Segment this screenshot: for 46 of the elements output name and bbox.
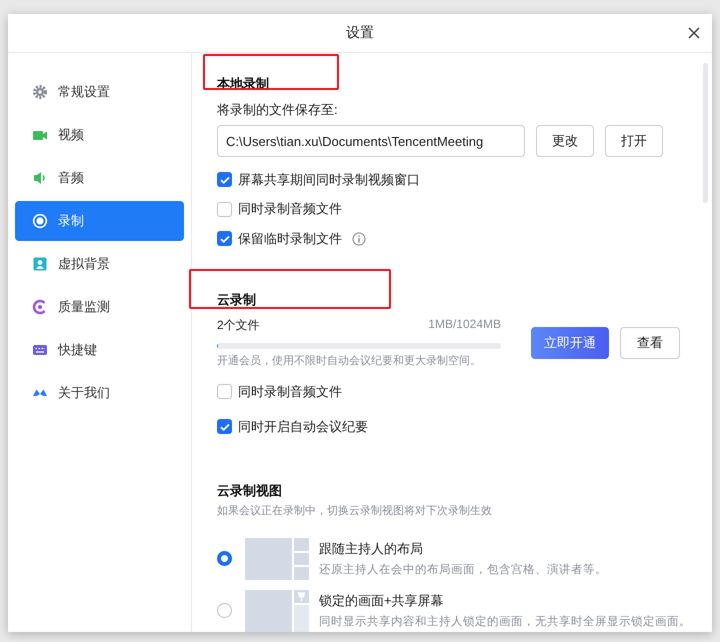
radio-button[interactable] <box>217 551 232 566</box>
hint-text: 开通会员，使用不限时自动会议纪要和更大录制空间。 <box>217 354 482 368</box>
file-count: 2个文件 <box>217 317 260 334</box>
option-title: 跟随主持人的布局 <box>319 540 424 558</box>
checkbox[interactable] <box>217 419 232 434</box>
sidebar-item[interactable]: 音频 <box>15 158 184 198</box>
gauge-icon <box>32 299 48 315</box>
path-button[interactable]: 打开 <box>605 125 663 157</box>
path-field[interactable]: C:\Users\tian.xu\Documents\TencentMeeting <box>217 125 525 157</box>
storage-usage: 1MB/1024MB <box>428 317 501 334</box>
checkbox[interactable] <box>217 202 232 217</box>
gear-icon <box>32 84 48 100</box>
sidebar-item[interactable]: 快捷键 <box>15 330 184 370</box>
checkbox-label: 屏幕共享期间同时录制视频窗口 <box>238 170 420 189</box>
record-icon <box>32 213 48 229</box>
checkbox-label: 同时录制音频文件 <box>238 200 342 218</box>
field-label: 将录制的文件保存至: <box>217 101 338 119</box>
keyboard-icon <box>32 342 48 358</box>
checkbox[interactable] <box>217 384 232 400</box>
radio-button[interactable] <box>217 603 232 618</box>
checkbox[interactable] <box>217 231 232 246</box>
sidebar-item[interactable]: 质量监测 <box>15 287 184 327</box>
layout-thumbnail-icon <box>245 538 309 580</box>
hint-text: 如果会议正在录制中，切换云录制视图将对下次录制生效 <box>217 504 492 518</box>
sidebar-item[interactable]: 常规设置 <box>15 72 184 112</box>
option-description: 同时显示共享内容和主持人锁定的画面，无共享时全屏显示锁定画面。 <box>319 614 691 630</box>
close-icon[interactable] <box>688 27 700 39</box>
view-button[interactable]: 查看 <box>620 326 680 359</box>
checkbox[interactable] <box>217 172 232 188</box>
section-heading: 云录制视图 <box>217 482 282 500</box>
checkbox-label: 同时开启自动会议纪要 <box>238 418 368 436</box>
info-icon[interactable] <box>352 232 366 246</box>
window-title: 设置 <box>346 24 374 42</box>
checkbox-label: 同时录制音频文件 <box>238 382 342 401</box>
sidebar-item[interactable]: 虚拟背景 <box>15 244 184 284</box>
option-title: 锁定的画面+共享屏幕 <box>319 592 445 610</box>
path-button[interactable]: 更改 <box>536 125 594 157</box>
option-description: 还原主持人在会中的布局画面，包含宫格、演讲者等。 <box>319 562 607 578</box>
sidebar-item[interactable]: 关于我们 <box>15 373 184 413</box>
scrollbar[interactable] <box>703 63 708 203</box>
person-icon <box>32 256 48 272</box>
section-heading: 云录制 <box>217 292 256 308</box>
sidebar-item[interactable]: 录制 <box>15 201 184 241</box>
sidebar-item[interactable]: 视频 <box>15 115 184 155</box>
upgrade-button[interactable]: 立即开通 <box>531 326 609 359</box>
checkbox-label: 保留临时录制文件 <box>238 230 342 248</box>
